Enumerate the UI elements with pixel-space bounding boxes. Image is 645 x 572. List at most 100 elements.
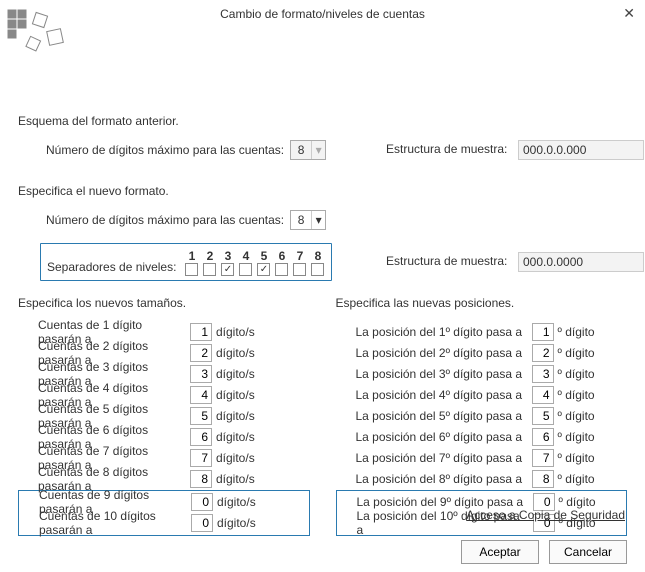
- position-suffix: º dígito: [558, 388, 595, 402]
- position-label: La posición del 2º dígito pasa a: [356, 346, 526, 360]
- position-row: La posición del 1º dígito pasa aº dígito: [336, 322, 628, 342]
- position-input[interactable]: [532, 344, 554, 362]
- sizes-heading: Especifica los nuevos tamaños.: [18, 296, 310, 310]
- size-input[interactable]: [190, 449, 212, 467]
- dialog-footer: Aceptar Cancelar: [461, 540, 627, 564]
- size-input[interactable]: [191, 514, 213, 532]
- separator-col: 8: [310, 250, 325, 276]
- size-suffix: dígito/s: [216, 325, 255, 339]
- position-suffix: º dígito: [558, 346, 595, 360]
- position-row: La posición del 6º dígito pasa aº dígito: [336, 427, 628, 447]
- position-input[interactable]: [532, 470, 554, 488]
- new-max-digits-value: 8: [291, 213, 311, 227]
- separator-number: 8: [315, 250, 322, 263]
- new-sample-label: Estructura de muestra:: [386, 254, 507, 268]
- position-row: La posición del 7º dígito pasa a º dígito: [336, 448, 628, 468]
- position-suffix: º dígito: [559, 495, 596, 509]
- size-row: Cuentas de 10 dígitos pasarán adígito/s: [19, 513, 309, 533]
- prev-sample-label: Estructura de muestra:: [386, 142, 507, 156]
- size-suffix: dígito/s: [216, 388, 255, 402]
- separator-col: 7: [292, 250, 307, 276]
- size-input[interactable]: [190, 323, 212, 341]
- separator-checkbox[interactable]: [293, 263, 306, 276]
- separator-checkbox[interactable]: ✓: [221, 263, 234, 276]
- separators-label: Separadores de niveles:: [47, 260, 176, 274]
- new-max-digits-label: Número de dígitos máximo para las cuenta…: [46, 213, 284, 227]
- chevron-down-icon[interactable]: ▾: [311, 211, 325, 229]
- ok-button[interactable]: Aceptar: [461, 540, 539, 564]
- separator-number: 2: [207, 250, 214, 263]
- position-label: La posición del 4º dígito pasa a: [356, 388, 526, 402]
- separator-col: 4: [238, 250, 253, 276]
- size-suffix: dígito/s: [216, 430, 255, 444]
- position-label: La posición del 6º dígito pasa a: [356, 430, 526, 444]
- position-input[interactable]: [532, 449, 554, 467]
- separator-col: 6: [274, 250, 289, 276]
- separator-checkbox[interactable]: ✓: [257, 263, 270, 276]
- position-input[interactable]: [532, 323, 554, 341]
- position-row: La posición del 5º dígito pasa aº dígito: [336, 406, 628, 426]
- new-heading: Especifica el nuevo formato.: [18, 184, 627, 198]
- cancel-button[interactable]: Cancelar: [549, 540, 627, 564]
- chevron-down-icon: ▾: [311, 141, 325, 159]
- position-row: La posición del 3º dígito pasa a º dígito: [336, 364, 628, 384]
- size-suffix: dígito/s: [216, 472, 255, 486]
- position-input[interactable]: [532, 386, 554, 404]
- size-input[interactable]: [190, 470, 212, 488]
- prev-sample-value: 000.0.0.000: [518, 140, 644, 160]
- positions-heading: Especifica las nuevas posiciones.: [336, 296, 628, 310]
- separator-col: 2: [202, 250, 217, 276]
- position-input[interactable]: [532, 407, 554, 425]
- position-suffix: º dígito: [558, 367, 595, 381]
- size-suffix: dígito/s: [216, 367, 255, 381]
- position-label: La posición del 7º dígito pasa a: [356, 451, 526, 465]
- dialog-title: Cambio de formato/niveles de cuentas: [220, 7, 425, 21]
- prev-max-digits-value: 8: [291, 143, 311, 157]
- position-suffix: º dígito: [558, 472, 595, 486]
- position-label: La posición del 9º dígito pasa a: [357, 495, 527, 509]
- titlebar: Cambio de formato/niveles de cuentas ✕: [0, 0, 645, 28]
- separator-checkbox[interactable]: [311, 263, 324, 276]
- position-row: La posición del 4º dígito pasa a º dígito: [336, 385, 628, 405]
- size-input[interactable]: [190, 386, 212, 404]
- size-suffix: dígito/s: [217, 495, 256, 509]
- position-label: La posición del 3º dígito pasa a: [356, 367, 526, 381]
- position-label: La posición del 1º dígito pasa a: [356, 325, 526, 339]
- size-input[interactable]: [190, 365, 212, 383]
- separator-checkbox[interactable]: [275, 263, 288, 276]
- position-row: La posición del 2º dígito pasa a º dígito: [336, 343, 628, 363]
- close-icon[interactable]: ✕: [623, 5, 635, 22]
- separator-col: 3✓: [220, 250, 235, 276]
- separator-checkbox[interactable]: [203, 263, 216, 276]
- separator-col: 1: [184, 250, 199, 276]
- separator-number: 6: [279, 250, 286, 263]
- size-suffix: dígito/s: [217, 516, 256, 530]
- position-suffix: º dígito: [558, 409, 595, 423]
- prev-heading: Esquema del formato anterior.: [18, 114, 627, 128]
- separator-number: 4: [243, 250, 250, 263]
- prev-max-digits-select: 8 ▾: [290, 140, 326, 160]
- new-sample-value: 000.0.0000: [518, 252, 644, 272]
- separator-number: 1: [189, 250, 196, 263]
- position-suffix: º dígito: [558, 451, 595, 465]
- size-input[interactable]: [190, 428, 212, 446]
- separator-number: 5: [261, 250, 268, 263]
- separator-checkbox[interactable]: [185, 263, 198, 276]
- position-label: La posición del 8º dígito pasa a: [356, 472, 526, 486]
- app-logo: [6, 8, 76, 56]
- position-input[interactable]: [532, 365, 554, 383]
- separator-number: 7: [297, 250, 304, 263]
- position-row: La posición del 8º dígito pasa a º dígito: [336, 469, 628, 489]
- size-suffix: dígito/s: [216, 409, 255, 423]
- size-suffix: dígito/s: [216, 346, 255, 360]
- backup-link[interactable]: Acceso a Copia de Seguridad: [466, 508, 625, 522]
- size-input[interactable]: [190, 407, 212, 425]
- size-input[interactable]: [190, 344, 212, 362]
- size-input[interactable]: [191, 493, 213, 511]
- new-max-digits-select[interactable]: 8 ▾: [290, 210, 326, 230]
- prev-max-digits-label: Número de dígitos máximo para las cuenta…: [46, 143, 284, 157]
- position-input[interactable]: [532, 428, 554, 446]
- separator-col: 5✓: [256, 250, 271, 276]
- size-suffix: dígito/s: [216, 451, 255, 465]
- separator-checkbox[interactable]: [239, 263, 252, 276]
